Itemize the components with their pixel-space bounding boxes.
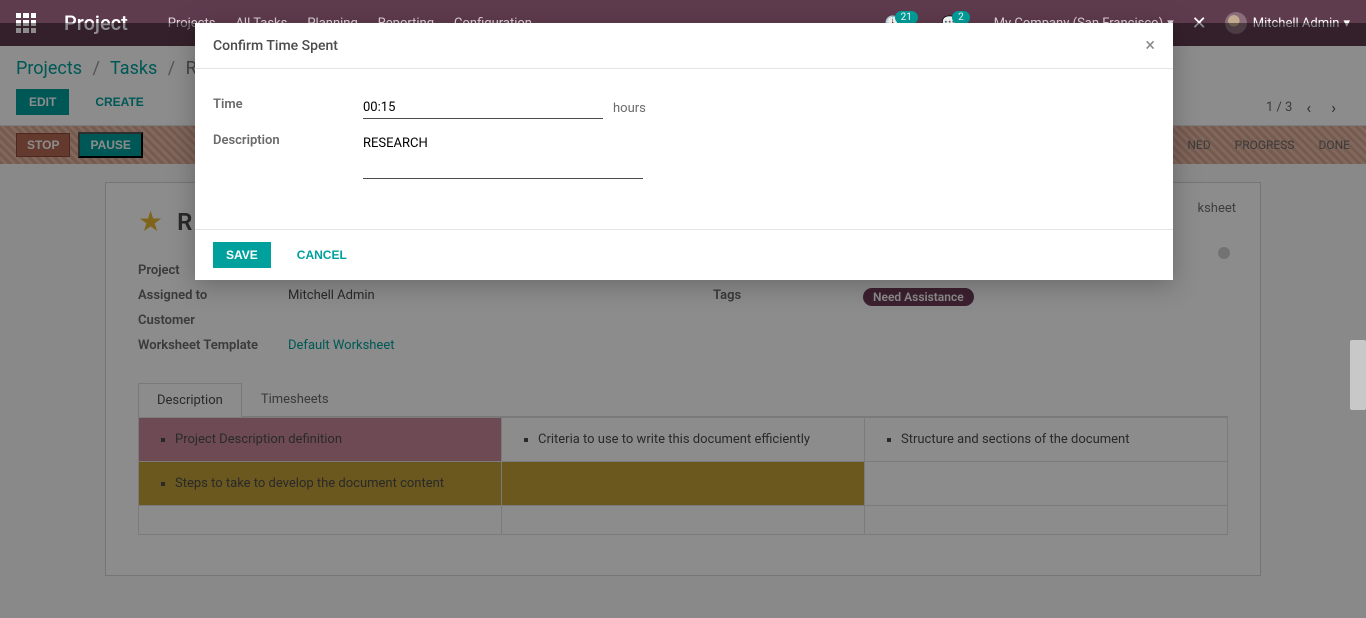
description-input[interactable] [363,133,643,154]
modal-header: Confirm Time Spent × [195,23,1173,69]
label-time: Time [213,97,363,112]
save-button[interactable]: SAVE [213,242,271,268]
scrollbar[interactable] [1350,340,1366,410]
chat-badge: 2 [952,11,970,24]
modal-close-icon[interactable]: × [1145,35,1155,56]
activity-badge: 21 [895,11,918,24]
cancel-button[interactable]: CANCEL [285,243,359,267]
time-unit: hours [613,101,646,116]
label-description: Description [213,133,363,148]
time-input[interactable] [363,97,603,118]
modal-title: Confirm Time Spent [213,38,338,54]
confirm-time-modal: Confirm Time Spent × Time hours Descript… [195,23,1173,280]
